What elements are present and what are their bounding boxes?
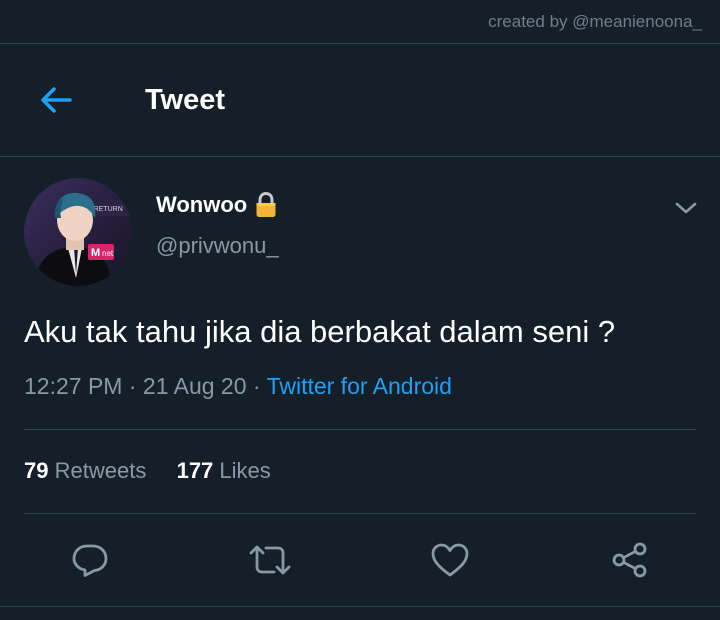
author-handle[interactable]: @privwonu_ [156, 233, 279, 259]
top-divider [0, 43, 720, 44]
retweet-icon [249, 545, 291, 575]
meta-separator: · [252, 373, 261, 399]
likes-count: 177 [176, 458, 214, 483]
likes-stat[interactable]: 177 Likes [177, 458, 271, 483]
arrow-left-icon [41, 87, 72, 113]
chevron-down-icon [675, 202, 697, 214]
back-button[interactable] [36, 80, 76, 120]
likes-label: Likes [219, 458, 271, 483]
stats-divider [24, 513, 696, 514]
meta-divider [24, 429, 696, 430]
like-button[interactable] [428, 538, 472, 582]
svg-text:M: M [91, 247, 100, 259]
retweet-button[interactable] [248, 538, 292, 582]
lock-icon [256, 192, 276, 217]
reply-icon [72, 544, 108, 577]
tweet-date: 21 Aug 20 [142, 373, 247, 399]
avatar-image: L RETURN M net [24, 178, 132, 286]
tweet-meta: 12:27 PM · 21 Aug 20 · Twitter for Andro… [24, 373, 452, 400]
tweet-time: 12:27 PM [24, 373, 123, 399]
retweets-stat[interactable]: 79 Retweets [24, 458, 152, 483]
like-icon [431, 543, 469, 577]
tweet-stats: 79 Retweets 177 Likes [24, 458, 271, 484]
watermark-credit: created by @meanienoona_ [488, 12, 702, 31]
tweet-source-link[interactable]: Twitter for Android [267, 373, 452, 399]
display-name: Wonwoo [156, 192, 248, 217]
retweets-label: Retweets [54, 458, 147, 483]
reply-button[interactable] [68, 538, 112, 582]
more-options-button[interactable] [670, 194, 702, 222]
svg-text:net: net [102, 249, 114, 258]
share-icon [612, 542, 647, 578]
tweet-text: Aku tak tahu jika dia berbakat dalam sen… [24, 314, 616, 349]
meta-separator: · [128, 373, 137, 399]
bottom-divider [0, 606, 720, 607]
share-button[interactable] [608, 538, 652, 582]
header-divider [0, 156, 720, 157]
retweets-count: 79 [24, 458, 49, 483]
author-name-row[interactable]: Wonwoo [156, 192, 277, 218]
avatar[interactable]: L RETURN M net [24, 178, 132, 286]
page-title: Tweet [145, 84, 226, 116]
